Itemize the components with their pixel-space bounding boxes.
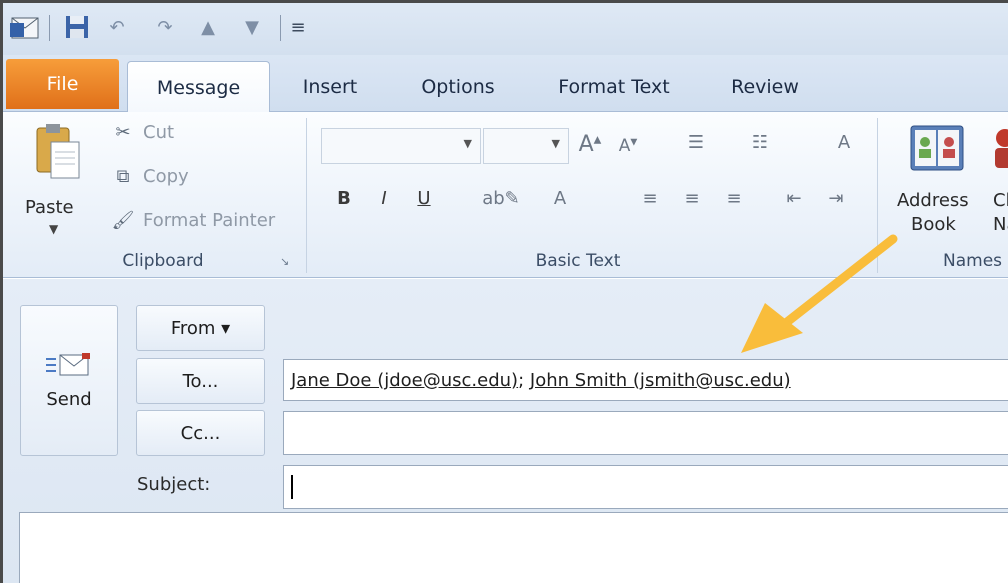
tab-message[interactable]: Message [127,61,270,114]
font-color-button[interactable]: A [543,188,577,209]
message-body[interactable] [19,512,1008,583]
check-names-label-line1: Ch [993,190,1008,211]
previous-item-icon[interactable]: ▲ [193,15,223,39]
cc-field[interactable] [283,411,1008,455]
cut-button[interactable]: ✂ Cut [109,122,174,143]
check-names-label-line2: Na [993,214,1008,235]
clipboard-launcher-icon[interactable]: ↘ [280,255,289,268]
redo-icon[interactable]: ↷ [149,15,181,39]
font-size-dropdown-icon[interactable]: ▼ [552,137,560,150]
ribbon-tabs: File Message Insert Options Format Text … [3,55,1008,114]
address-book-icon [910,125,964,171]
recipient-jane-doe[interactable]: Jane Doe (jdoe@usc.edu) [291,370,518,391]
tab-file[interactable]: File [6,59,119,109]
cc-button[interactable]: Cc... [136,410,265,456]
grow-font-icon: A [578,132,594,157]
brush-icon: 🖌 [111,210,135,231]
bold-button[interactable]: B [327,188,361,209]
clipboard-group-label: Clipboard [122,251,204,271]
subject-label: Subject: [137,474,211,495]
cut-label: Cut [143,122,175,143]
subject-field[interactable] [283,465,1008,509]
font-size-combo[interactable]: ▼ [483,128,569,164]
paste-dropdown-icon[interactable]: ▼ [49,222,58,236]
outlook-message-window: ↶ ↷ ▲ ▼ ≡ File Message Insert Options Fo… [0,0,1008,583]
basic-text-group-label: Basic Text [535,251,621,271]
tab-review[interactable]: Review [715,61,815,113]
recipient-john-smith[interactable]: John Smith (jsmith@usc.edu) [530,370,791,391]
format-painter-label: Format Painter [143,210,276,231]
check-names-icon [995,129,1008,168]
scissors-icon: ✂ [115,122,131,143]
text-cursor [291,475,293,499]
tab-format-text[interactable]: Format Text [539,61,689,113]
address-book-label-line2: Book [911,214,956,235]
address-book-button[interactable]: Address Book [891,120,985,242]
italic-button[interactable]: I [367,188,401,209]
to-button[interactable]: To... [136,358,265,404]
recipient-separator: ; [518,369,525,391]
copy-button[interactable]: ⧉ Copy [109,166,189,187]
bold-icon: B [337,188,351,209]
font-name-dropdown-icon[interactable]: ▼ [464,137,472,150]
underline-icon: U [417,188,431,209]
send-icon [46,353,90,376]
bullets-icon[interactable]: ☰ [679,132,713,153]
font-color-icon: A [553,188,567,209]
check-names-button[interactable]: Ch Na [987,120,1008,242]
decrease-indent-icon[interactable]: ⇤ [777,188,811,209]
align-right-icon[interactable]: ≡ [717,188,751,209]
ribbon-message: Paste ▼ ✂ Cut ⧉ Copy 🖌 Format Painter Clipb… [3,112,1008,278]
next-item-icon[interactable]: ▼ [237,15,267,39]
paste-button[interactable]: Paste ▼ [25,120,95,240]
increase-indent-icon[interactable]: ⇥ [819,188,853,209]
styles-icon[interactable]: A [827,132,861,153]
names-group-label: Names [943,251,1003,271]
tab-insert[interactable]: Insert [285,61,375,113]
quick-access-toolbar: ↶ ↷ ▲ ▼ ≡ [3,3,1008,55]
paste-icon [36,124,80,179]
save-icon[interactable] [61,15,93,39]
copy-icon: ⧉ [116,166,130,187]
highlight-icon[interactable]: ab✎ [479,188,523,209]
address-book-label-line1: Address [897,190,969,211]
send-label: Send [46,389,92,410]
numbering-icon[interactable]: ☷ [743,132,777,153]
from-button[interactable]: From ▾ [136,305,265,351]
shrink-font-button[interactable]: A▼ [611,136,645,156]
align-center-icon[interactable]: ≡ [675,188,709,209]
outlook-icon[interactable] [7,15,43,39]
send-button[interactable]: Send [20,305,118,456]
paste-label: Paste [25,197,74,218]
undo-icon[interactable]: ↶ [101,15,133,39]
underline-button[interactable]: U [407,188,441,209]
copy-label: Copy [143,166,189,187]
customize-qat-icon[interactable]: ≡ [287,15,309,39]
align-left-icon[interactable]: ≡ [633,188,667,209]
tab-options[interactable]: Options [403,61,513,113]
font-name-combo[interactable]: ▼ [321,128,481,164]
to-field[interactable]: Jane Doe (jdoe@usc.edu) ; John Smith (js… [283,359,1008,401]
format-painter-button[interactable]: 🖌 Format Painter [109,210,276,231]
shrink-font-icon: A [618,136,631,156]
grow-font-button[interactable]: A▲ [573,132,607,157]
italic-icon: I [381,188,387,209]
